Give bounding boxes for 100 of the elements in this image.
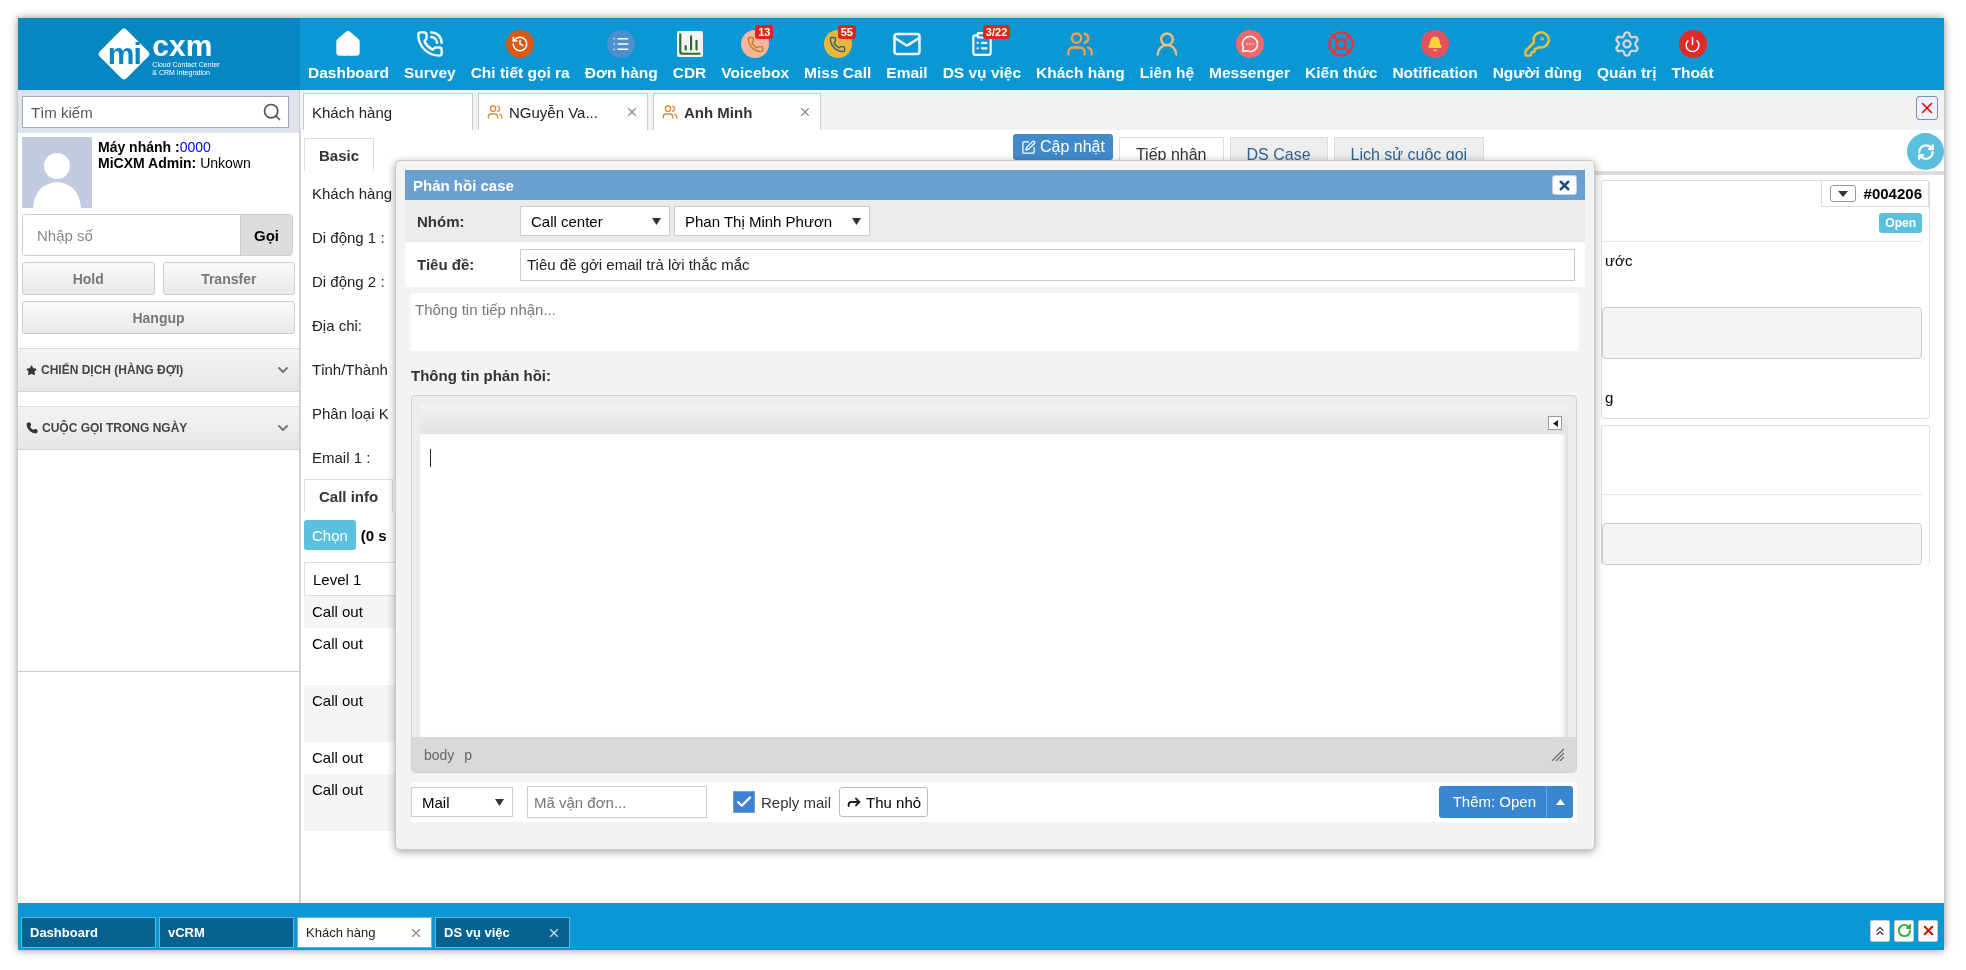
list-icon[interactable] — [607, 30, 636, 58]
refresh-button[interactable] — [1907, 133, 1944, 170]
text-cursor-icon — [430, 449, 431, 467]
search-field[interactable]: Tìm kiếm — [22, 96, 289, 128]
collapse-button[interactable] — [1548, 416, 1562, 430]
field-label: Địa chỉ: — [311, 315, 363, 336]
case-text: ước — [1604, 251, 1633, 269]
nav-link[interactable]: Dashboard — [308, 64, 389, 82]
nav-link[interactable]: Đơn hàng — [584, 64, 658, 82]
channel-select[interactable]: Mail — [411, 787, 513, 817]
caret-icon[interactable] — [852, 217, 861, 225]
caret-icon[interactable] — [495, 798, 504, 806]
call-control-button[interactable]: Transfer — [162, 262, 295, 295]
power-icon[interactable] — [1678, 30, 1707, 58]
bar-chart-icon[interactable] — [676, 31, 703, 57]
tab[interactable]: Anh Minh — [653, 93, 821, 130]
field-label: Khách hàng — [311, 183, 393, 204]
selection-note: (0 s — [360, 526, 387, 544]
taskbar-tab[interactable]: DS vụ việc — [435, 917, 570, 948]
assignee-select[interactable]: Phan Thị Minh Phươn — [674, 206, 870, 236]
search-icon[interactable] — [262, 102, 282, 122]
count-badge: 13 — [755, 25, 774, 39]
field-label: Email 1 : — [311, 447, 371, 468]
tab[interactable]: NGuyễn Va... — [478, 93, 648, 130]
status-badge: Open — [1879, 213, 1922, 233]
tracking-field[interactable]: Mã vận đơn... — [527, 786, 707, 818]
call-control-button[interactable]: Hold — [22, 262, 155, 295]
case-text: g — [1604, 388, 1614, 406]
editor-field[interactable] — [420, 434, 1568, 737]
dialog-title: Phản hồi case — [413, 176, 514, 194]
call-button[interactable]: Gọi — [240, 215, 292, 255]
field-label: Nhóm: — [417, 212, 466, 230]
star-icon — [26, 364, 37, 376]
nav-link[interactable]: Khách hàng — [1036, 64, 1125, 82]
extension-text: Máy nhánh :0000 — [98, 139, 212, 155]
subject-field[interactable]: Tiêu đề gởi email trả lời thắc mắc — [520, 248, 1575, 281]
taskbar-tab[interactable]: Dashboard — [21, 917, 156, 948]
nav-link[interactable]: Liên hệ — [1139, 64, 1195, 82]
nav-link[interactable]: Voicebox — [721, 64, 790, 82]
close-icon[interactable] — [798, 105, 812, 119]
tab[interactable]: Call info — [304, 479, 394, 512]
nav-link[interactable]: Người dùng — [1492, 64, 1583, 82]
dropdown-button[interactable] — [1829, 185, 1856, 202]
field-label: Di động 2 : — [311, 271, 385, 292]
element-path[interactable]: p — [464, 746, 473, 763]
people-icon — [487, 104, 503, 120]
resize-grip-icon[interactable] — [1551, 748, 1564, 761]
nav-link[interactable]: Email — [886, 64, 928, 82]
phone-icon[interactable] — [415, 30, 444, 58]
minimize-button[interactable]: Thu nhỏ — [839, 787, 929, 817]
nav-link[interactable]: CDR — [672, 64, 707, 82]
accordion-header[interactable]: CHIẾN DỊCH (HÀNG ĐỢI) — [18, 348, 299, 392]
count-badge: 55 — [837, 25, 856, 39]
field-label: Tỉnh/Thành — [311, 359, 388, 380]
phone-icon — [26, 422, 38, 434]
nav-link[interactable]: Miss Call — [804, 64, 872, 82]
element-path[interactable]: body — [424, 746, 455, 763]
taskbar-tab[interactable]: Khách hàng — [297, 917, 432, 948]
tab[interactable]: Basic — [304, 138, 375, 171]
nav-link[interactable]: Kiến thức — [1305, 64, 1378, 82]
people-icon — [662, 104, 678, 120]
caret-icon[interactable] — [1552, 419, 1558, 427]
checkbox-label: Reply mail — [761, 793, 832, 811]
house-icon[interactable] — [334, 30, 363, 58]
hangup-button[interactable]: Hangup — [22, 301, 295, 334]
close-icon[interactable] — [625, 105, 639, 119]
submit-button[interactable]: Thêm: Open — [1438, 786, 1573, 818]
field-label: Tiêu đề: — [417, 256, 476, 273]
avatar-placeholder — [22, 137, 92, 208]
tab[interactable]: Khách hàng — [303, 93, 473, 130]
user-status-text: MiCXM Admin: Unkown — [98, 155, 251, 171]
clock-icon[interactable] — [506, 30, 535, 58]
field-label: Di động 1 : — [311, 227, 385, 248]
close-button[interactable] — [1552, 175, 1577, 195]
dial-field[interactable]: Nhập số Gọi — [22, 214, 293, 256]
caret-icon[interactable] — [1837, 190, 1848, 197]
case-id: #004206 — [1863, 185, 1922, 202]
section-label: Thông tin phản hồi: — [410, 366, 552, 386]
settings-icon[interactable] — [1612, 30, 1641, 58]
caret-icon[interactable] — [652, 217, 661, 225]
phone-icon[interactable] — [823, 30, 852, 58]
group-select[interactable]: Call center — [520, 206, 670, 236]
chat-icon[interactable] — [1235, 30, 1264, 58]
refresh-icon[interactable] — [1916, 142, 1935, 161]
accordion-header[interactable]: CUỘC GỌI TRONG NGÀY — [18, 406, 299, 450]
nav-link[interactable]: Messenger — [1209, 64, 1290, 82]
nav-link[interactable]: DS vụ việc — [942, 64, 1022, 82]
bell-icon[interactable] — [1421, 30, 1449, 58]
field-label: Phân loại K — [311, 403, 389, 424]
close-icon[interactable] — [1557, 177, 1572, 193]
taskbar-tab[interactable]: vCRM — [159, 917, 294, 948]
nav-link[interactable]: Thoát — [1671, 64, 1714, 82]
count-badge: 3/22 — [982, 25, 1011, 39]
nav-link[interactable]: Survey — [403, 64, 456, 82]
update-button[interactable]: Cập nhật — [1013, 134, 1113, 160]
nav-link[interactable]: Notification — [1392, 64, 1478, 82]
nav-link[interactable]: Quản trị — [1597, 64, 1657, 82]
intake-field[interactable]: Thông tin tiếp nhận... — [411, 293, 1579, 351]
edit-icon[interactable] — [1021, 139, 1036, 155]
nav-link[interactable]: Chi tiết gọi ra — [470, 64, 570, 82]
